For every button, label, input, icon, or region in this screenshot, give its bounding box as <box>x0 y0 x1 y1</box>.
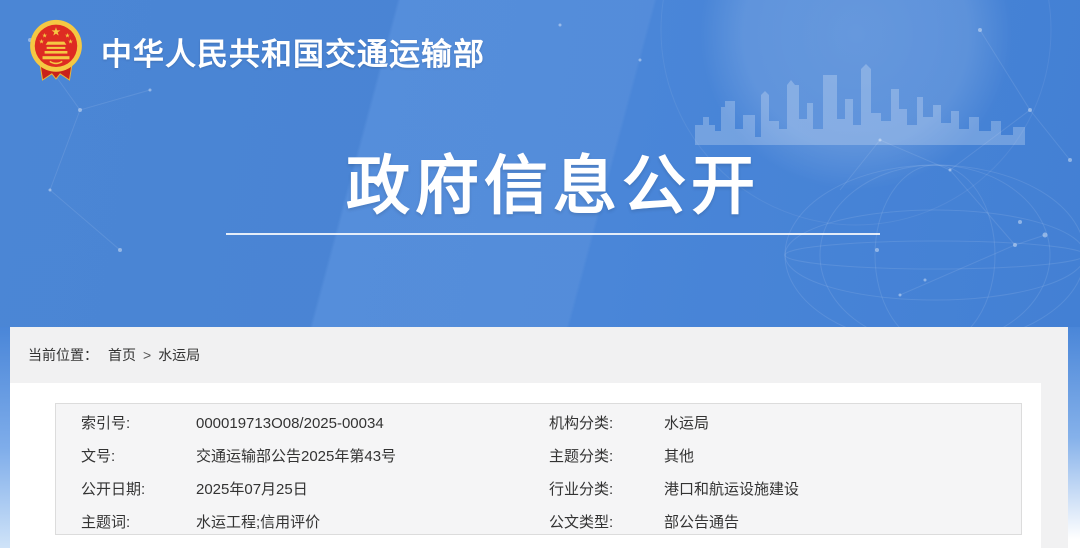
document-metadata-table: 索引号: 000019713O08/2025-00034 机构分类: 水运局 文号:… <box>55 403 1022 535</box>
info-field-label: 主题词: <box>81 514 131 531</box>
banner: ★ ★ ★ ★ ★ 中华人民共和国交通运输部 政府信息公开 <box>0 0 1080 327</box>
info-field-value: 交通运输部公告2025年第43号 <box>196 448 397 465</box>
right-edge-gradient-strip <box>1068 327 1080 548</box>
content-area: 当前位置： 首页 > 水运局 索引号: 000019713O08/2025-00034 … <box>0 327 1080 548</box>
info-field-topic-category: 主题分类: 其他 <box>549 440 1021 473</box>
left-edge-gradient-strip <box>0 327 10 548</box>
breadcrumb-label: 当前位置： <box>28 347 98 363</box>
info-field-label: 行业分类: <box>549 481 614 498</box>
info-field-value: 000019713O08/2025-00034 <box>196 415 384 432</box>
info-field-value: 水运局 <box>664 415 710 432</box>
national-emblem-icon: ★ ★ ★ ★ ★ <box>30 19 82 81</box>
info-field-value: 部公告通告 <box>664 514 740 531</box>
site-title: 中华人民共和国交通运输部 <box>101 36 485 72</box>
info-field-label: 索引号: <box>81 415 131 432</box>
page-title-block: 政府信息公开 <box>226 150 880 235</box>
info-field-label: 机构分类: <box>549 415 614 432</box>
breadcrumb: 当前位置： 首页 > 水运局 <box>28 327 200 383</box>
svg-text:★: ★ <box>51 26 61 38</box>
info-field-industry-category: 行业分类: 港口和航运设施建设 <box>549 473 1021 506</box>
info-field-index-number: 索引号: 000019713O08/2025-00034 <box>56 407 549 440</box>
info-field-value: 水运工程;信用评价 <box>196 514 321 531</box>
document-card: 索引号: 000019713O08/2025-00034 机构分类: 水运局 文号:… <box>10 383 1041 548</box>
breadcrumb-separator: > <box>143 347 152 363</box>
info-field-document-type: 公文类型: 部公告通告 <box>549 506 1021 539</box>
info-field-value: 其他 <box>664 448 695 465</box>
city-skyline-decoration <box>695 64 1025 145</box>
info-field-label: 公文类型: <box>549 514 614 531</box>
info-field-keywords: 主题词: 水运工程;信用评价 <box>56 506 549 539</box>
site-logo-row: ★ ★ ★ ★ ★ 中华人民共和国交通运输部 <box>27 16 485 86</box>
info-field-label: 文号: <box>81 448 116 465</box>
breadcrumb-home-link[interactable]: 首页 <box>108 347 136 363</box>
info-field-value: 港口和航运设施建设 <box>664 481 800 498</box>
page-title: 政府信息公开 <box>346 150 760 222</box>
info-field-label: 公开日期: <box>81 481 146 498</box>
breadcrumb-current: 水运局 <box>158 347 201 363</box>
info-field-publish-date: 公开日期: 2025年07月25日 <box>56 473 549 506</box>
info-field-document-number: 文号: 交通运输部公告2025年第43号 <box>56 440 549 473</box>
info-field-label: 主题分类: <box>549 448 614 465</box>
info-field-value: 2025年07月25日 <box>196 481 308 498</box>
svg-text:★: ★ <box>68 39 74 46</box>
info-field-agency-category: 机构分类: 水运局 <box>549 407 1021 440</box>
svg-text:★: ★ <box>39 39 45 46</box>
title-underline <box>226 233 880 235</box>
